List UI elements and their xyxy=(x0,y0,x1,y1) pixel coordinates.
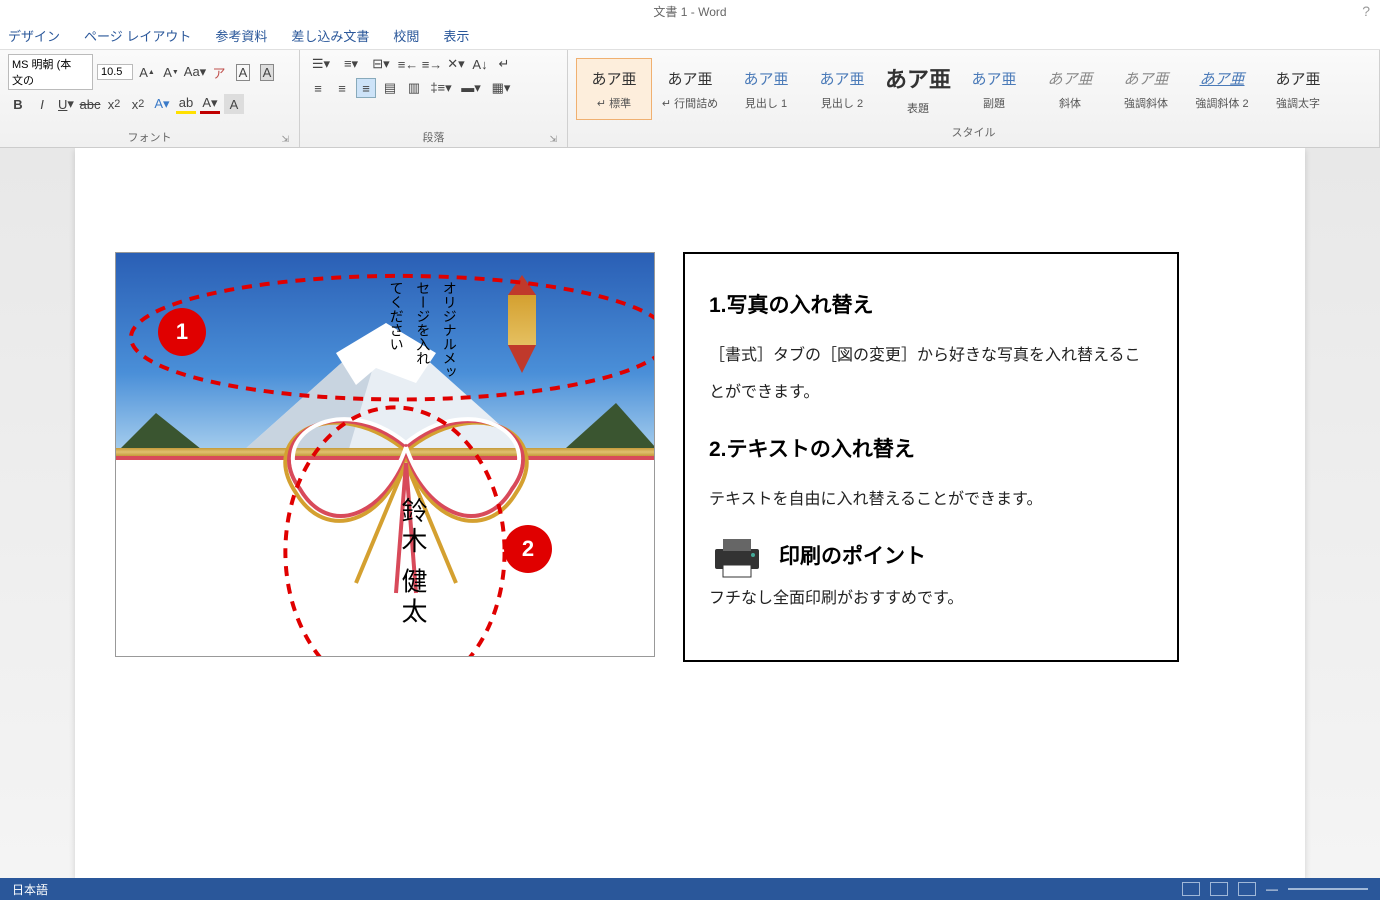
borders-icon[interactable]: ▦▾ xyxy=(488,78,514,98)
instr-p1: ［書式］タブの［図の変更］から好きな写真を入れ替えることができます。 xyxy=(709,338,1153,412)
bold-icon[interactable]: B xyxy=(8,94,28,114)
show-marks-icon[interactable]: ↵ xyxy=(494,54,514,74)
style-item[interactable]: あア亜強調斜体 xyxy=(1108,58,1184,120)
badge-2: 2 xyxy=(504,525,552,573)
clear-format-icon[interactable]: A xyxy=(233,62,253,82)
enclose-char-icon[interactable]: A xyxy=(257,62,277,82)
ribbon: MS 明朝 (本文の 10.5 A▲ A▼ Aa▾ ア A A B I U▾ a… xyxy=(0,50,1380,148)
line-spacing-icon[interactable]: ‡≡▾ xyxy=(428,78,454,98)
group-paragraph: ☰▾ ≡▾ ⊟▾ ≡← ≡→ ✕▾ A↓ ↵ ≡ ≡ ≡ ▤ ▥ ‡≡▾ ▬▾ … xyxy=(300,50,568,147)
style-item[interactable]: あア亜斜体 xyxy=(1032,58,1108,120)
instr-p2: テキストを自由に入れ替えることができます。 xyxy=(709,482,1153,519)
superscript-icon[interactable]: x2 xyxy=(128,94,148,114)
web-layout-icon[interactable] xyxy=(1238,882,1256,896)
shading-icon[interactable]: ▬▾ xyxy=(458,78,484,98)
help-icon[interactable]: ? xyxy=(1362,3,1370,19)
underline-icon[interactable]: U▾ xyxy=(56,94,76,114)
tab-design[interactable]: デザイン xyxy=(8,26,60,45)
distribute-icon[interactable]: ▥ xyxy=(404,78,424,98)
noshi-card[interactable]: オリジナルメッ セージを入れ てください 鈴木 健太 1 2 xyxy=(115,252,655,657)
style-item[interactable]: あア亜見出し 2 xyxy=(804,58,880,120)
increase-indent-icon[interactable]: ≡→ xyxy=(422,54,442,74)
bullets-icon[interactable]: ☰▾ xyxy=(308,54,334,74)
expand-icon[interactable]: ⇲ xyxy=(549,134,557,145)
text-effects-icon[interactable]: A▾ xyxy=(152,94,172,114)
zoom-slider[interactable] xyxy=(1288,888,1368,890)
asian-layout-icon[interactable]: ✕▾ xyxy=(446,54,466,74)
tab-page-layout[interactable]: ページ レイアウト xyxy=(84,26,191,45)
char-shading-icon[interactable]: A xyxy=(224,94,244,114)
decrease-indent-icon[interactable]: ≡← xyxy=(398,54,418,74)
status-language[interactable]: 日本語 xyxy=(12,881,48,898)
group-font: MS 明朝 (本文の 10.5 A▲ A▼ Aa▾ ア A A B I U▾ a… xyxy=(0,50,300,147)
sort-icon[interactable]: A↓ xyxy=(470,54,490,74)
style-item[interactable]: あア亜↵ 行間詰め xyxy=(652,58,728,120)
highlight-icon[interactable]: ab xyxy=(176,94,196,114)
status-bar: 日本語 — xyxy=(0,878,1380,900)
expand-icon[interactable]: ⇲ xyxy=(281,134,289,145)
justify-icon[interactable]: ▤ xyxy=(380,78,400,98)
group-para-label: 段落 xyxy=(423,132,445,144)
tab-references[interactable]: 参考資料 xyxy=(215,26,267,45)
read-mode-icon[interactable] xyxy=(1182,882,1200,896)
font-name-select[interactable]: MS 明朝 (本文の xyxy=(8,54,93,90)
style-item[interactable]: あア亜強調斜体 2 xyxy=(1184,58,1260,120)
zoom-out-icon[interactable]: — xyxy=(1266,882,1278,896)
group-styles: あア亜↵ 標準あア亜↵ 行間詰めあア亜見出し 1あア亜見出し 2あア亜表題あア亜… xyxy=(568,50,1380,147)
change-case-icon[interactable]: Aa▾ xyxy=(185,62,205,82)
style-item[interactable]: あア亜副題 xyxy=(956,58,1032,120)
align-left-icon[interactable]: ≡ xyxy=(308,78,328,98)
strikethrough-icon[interactable]: abc xyxy=(80,94,100,114)
tab-review[interactable]: 校閲 xyxy=(393,26,419,45)
group-font-label: フォント xyxy=(128,132,172,144)
menu-tabs: デザイン ページ レイアウト 参考資料 差し込み文書 校閲 表示 xyxy=(0,22,1380,50)
font-color-icon[interactable]: A▾ xyxy=(200,94,220,114)
style-item[interactable]: あア亜↵ 標準 xyxy=(576,58,652,120)
shrink-font-icon[interactable]: A▼ xyxy=(161,62,181,82)
tab-view[interactable]: 表示 xyxy=(443,26,469,45)
multilevel-icon[interactable]: ⊟▾ xyxy=(368,54,394,74)
group-styles-label: スタイル xyxy=(952,127,996,139)
subscript-icon[interactable]: x2 xyxy=(104,94,124,114)
print-layout-icon[interactable] xyxy=(1210,882,1228,896)
instr-h2: 2.テキストの入れ替え xyxy=(709,426,1153,474)
align-right-icon[interactable]: ≡ xyxy=(356,78,376,98)
instructions-box: 1.写真の入れ替え ［書式］タブの［図の変更］から好きな写真を入れ替えることがで… xyxy=(683,252,1179,662)
italic-icon[interactable]: I xyxy=(32,94,52,114)
printer-icon xyxy=(709,535,765,579)
instr-h1: 1.写真の入れ替え xyxy=(709,282,1153,330)
numbering-icon[interactable]: ≡▾ xyxy=(338,54,364,74)
page: オリジナルメッ セージを入れ てください 鈴木 健太 1 2 1.写真の入れ替え… xyxy=(75,148,1305,878)
badge-1: 1 xyxy=(158,308,206,356)
tab-mailings[interactable]: 差し込み文書 xyxy=(291,26,369,45)
window-title: 文書 1 - Word xyxy=(653,3,726,20)
instr-h3: 印刷のポイント xyxy=(779,533,926,581)
grow-font-icon[interactable]: A▲ xyxy=(137,62,157,82)
align-center-icon[interactable]: ≡ xyxy=(332,78,352,98)
style-item[interactable]: あア亜表題 xyxy=(880,58,956,120)
card-name[interactable]: 鈴木 健太 xyxy=(394,497,431,628)
phonetic-guide-icon[interactable]: ア xyxy=(209,62,229,82)
instr-p3: フチなし全面印刷がおすすめです。 xyxy=(709,581,1153,618)
title-bar: 文書 1 - Word ? xyxy=(0,0,1380,22)
document-area[interactable]: オリジナルメッ セージを入れ てください 鈴木 健太 1 2 1.写真の入れ替え… xyxy=(0,148,1380,878)
styles-gallery[interactable]: あア亜↵ 標準あア亜↵ 行間詰めあア亜見出し 1あア亜見出し 2あア亜表題あア亜… xyxy=(576,54,1371,124)
style-item[interactable]: あア亜見出し 1 xyxy=(728,58,804,120)
style-item[interactable]: あア亜強調太字 xyxy=(1260,58,1336,120)
font-size-select[interactable]: 10.5 xyxy=(97,64,133,80)
card-message[interactable]: オリジナルメッ セージを入れ てください xyxy=(381,281,461,379)
